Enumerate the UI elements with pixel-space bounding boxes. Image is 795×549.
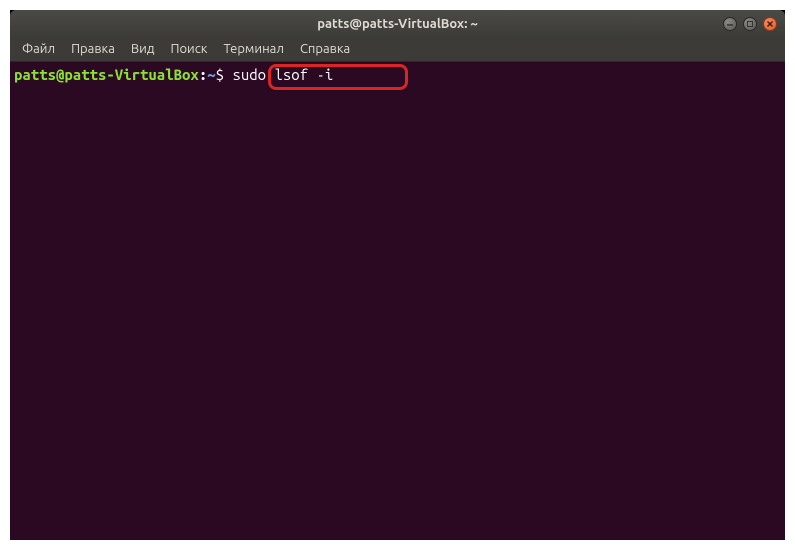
prompt-user-host: patts@patts-VirtualBox [14,66,199,83]
maximize-button[interactable] [743,17,757,31]
prompt-dollar: $ [216,66,233,83]
window-controls [723,17,777,31]
prompt-command: sudo lsof -i [232,66,333,83]
prompt-line: patts@patts-VirtualBox:~$ sudo lsof -i [14,66,781,84]
menu-search[interactable]: Поиск [162,40,215,58]
menu-view[interactable]: Вид [123,40,163,58]
terminal-body[interactable]: patts@patts-VirtualBox:~$ sudo lsof -i [10,62,785,540]
menu-terminal[interactable]: Терминал [215,40,291,58]
close-button[interactable] [763,17,777,31]
menubar: Файл Правка Вид Поиск Терминал Справка [10,38,785,62]
minimize-button[interactable] [723,17,737,31]
titlebar: patts@patts-VirtualBox: ~ [10,10,785,38]
prompt-colon: : [199,66,207,83]
menu-help[interactable]: Справка [292,40,358,58]
menu-file[interactable]: Файл [14,40,63,58]
terminal-window: patts@patts-VirtualBox: ~ Файл Правка Ви… [10,10,785,540]
window-title: patts@patts-VirtualBox: ~ [317,17,478,31]
menu-edit[interactable]: Правка [63,40,123,58]
prompt-path: ~ [207,66,215,83]
